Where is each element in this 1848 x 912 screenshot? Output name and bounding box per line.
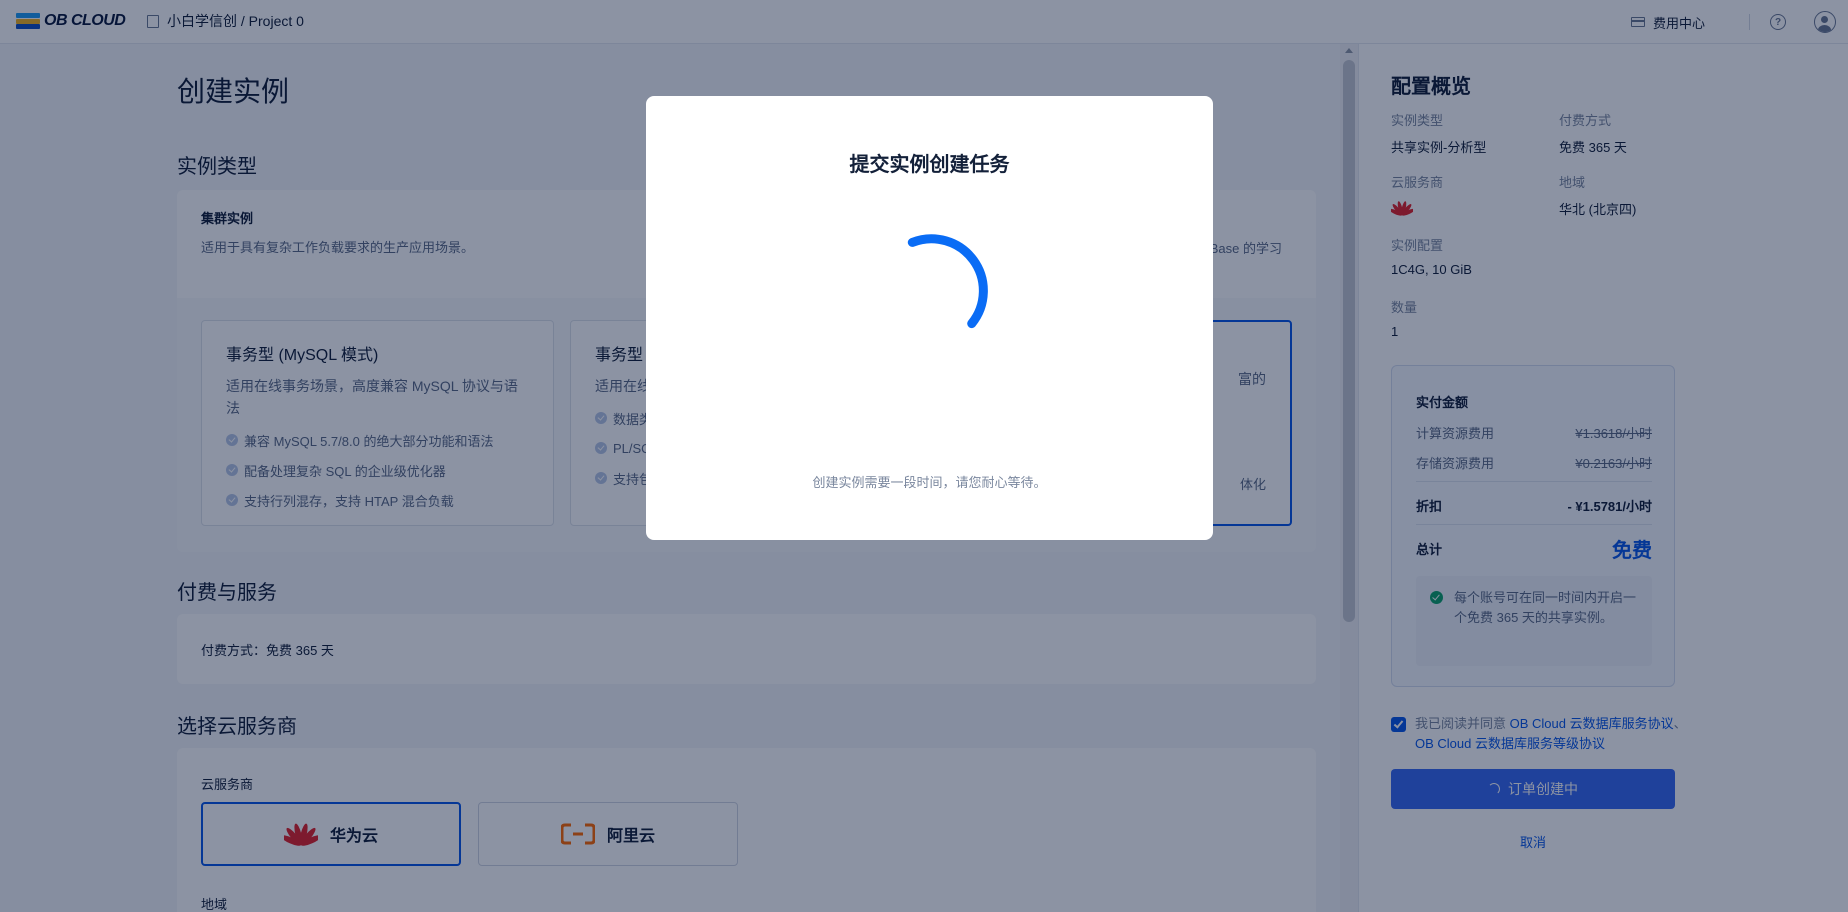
modal-hint: 创建实例需要一段时间，请您耐心等待。 xyxy=(812,475,1047,490)
loading-spinner-icon xyxy=(907,234,988,329)
submit-task-modal: 提交实例创建任务 创建实例需要一段时间，请您耐心等待。 xyxy=(646,96,1213,540)
modal-title: 提交实例创建任务 xyxy=(849,154,1010,176)
